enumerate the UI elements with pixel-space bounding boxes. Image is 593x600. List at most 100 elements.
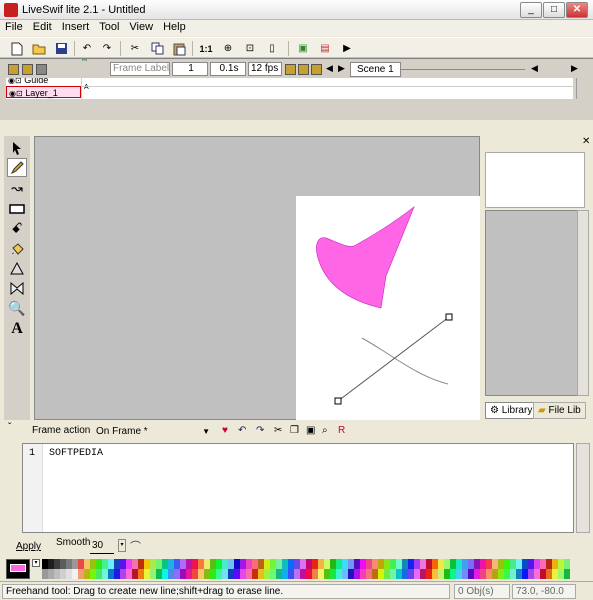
zoom-actual-button[interactable]: 1:1 [197, 40, 215, 57]
color-swatches[interactable] [42, 559, 573, 579]
smooth-curve-icon[interactable]: ⌒ [130, 538, 141, 554]
lock-icon[interactable]: ⊡ [16, 89, 23, 98]
folder-icon: ▰ [538, 405, 546, 416]
cut-icon[interactable]: ✂ [126, 40, 144, 57]
cut-icon[interactable]: ✂ [274, 425, 282, 436]
color-swatch[interactable] [564, 569, 570, 579]
line-handle [445, 313, 453, 321]
shape-tool-icon[interactable] [7, 259, 27, 278]
collapse-icon[interactable]: ˇ [8, 422, 11, 433]
close-button[interactable]: ✕ [566, 2, 588, 18]
library-panel: ✕ ⚙ Library ▰ File Lib [481, 136, 593, 420]
action-panel-header: ˇ Frame action On Frame * ▼ ♥ ↶ ↷ ✂ ❐ ▣ ⌕… [0, 421, 593, 441]
scroll-left-icon[interactable]: ◀ [531, 63, 538, 74]
color-swatch[interactable] [564, 559, 570, 569]
page-icon[interactable]: ▯ [263, 40, 281, 57]
export-icon[interactable]: ▣ [294, 40, 312, 57]
undo-icon[interactable]: ↶ [238, 425, 246, 436]
action-code-editor[interactable]: 1 SOFTPEDIA [22, 443, 574, 533]
delete-layer-icon[interactable] [36, 64, 47, 75]
library-scrollbar[interactable] [577, 210, 589, 396]
tool-palette: ↝ ꗃ 🔍 A [4, 136, 30, 420]
event-select[interactable]: On Frame * ▼ [94, 425, 212, 440]
undo-icon[interactable]: ↶ [78, 40, 96, 57]
editor-scrollbar[interactable] [576, 443, 590, 533]
menu-edit[interactable]: Edit [28, 20, 57, 34]
zoom-in-icon[interactable]: ⊕ [219, 40, 237, 57]
zoom-tool-icon[interactable]: 🔍 [7, 299, 27, 318]
smooth-input[interactable]: 30 [90, 539, 114, 554]
frame-label-field[interactable]: Frame Label [110, 62, 170, 76]
library-header: ✕ [481, 136, 593, 150]
frame-tool-icon[interactable] [311, 64, 322, 75]
color-swatch-current[interactable] [6, 559, 30, 579]
library-preview [485, 152, 585, 208]
redo-icon[interactable]: ↷ [256, 425, 264, 436]
menu-tool[interactable]: Tool [94, 20, 124, 34]
publish-icon[interactable]: ▤ [316, 40, 334, 57]
menu-help[interactable]: Help [158, 20, 191, 34]
copy-icon[interactable] [148, 40, 166, 57]
object-count: 0 Obj(s) [454, 584, 510, 599]
new-file-icon[interactable] [8, 40, 26, 57]
replace-icon[interactable]: R [338, 425, 345, 436]
scene-prev-icon[interactable]: ◀ [326, 63, 333, 74]
action-icon[interactable]: ♥ [222, 425, 228, 436]
arrow-tool-icon[interactable] [7, 138, 27, 157]
layer-name: Layer_1 [25, 88, 58, 98]
tab-library[interactable]: ⚙ Library [485, 402, 538, 419]
save-icon[interactable] [52, 40, 70, 57]
scroll-right-icon[interactable]: ▶ [571, 63, 578, 74]
menu-insert[interactable]: Insert [57, 20, 95, 34]
gear-icon: ⚙ [490, 405, 499, 416]
curve-tool-icon[interactable]: ꗃ [7, 219, 27, 238]
layer-1[interactable]: ◉⊡ Layer_1 [6, 86, 81, 98]
play-icon[interactable]: ▶ [338, 40, 356, 57]
open-folder-icon[interactable] [30, 40, 48, 57]
window-title: LiveSwif lite 2.1 - Untitled [22, 4, 146, 16]
redo-icon[interactable]: ↷ [98, 40, 116, 57]
frame-tool-icon[interactable] [298, 64, 309, 75]
rectangle-tool-icon[interactable] [7, 199, 27, 218]
fill-color-swatch[interactable] [10, 564, 26, 572]
pencil-tool-icon[interactable] [7, 158, 27, 177]
find-icon[interactable]: ⌕ [322, 425, 328, 436]
eye-icon[interactable]: ◉ [9, 89, 16, 98]
canvas-drawing [316, 205, 453, 405]
paste-icon[interactable]: ▣ [306, 425, 315, 436]
freehand-tool-icon[interactable]: ↝ [7, 179, 27, 198]
maximize-button[interactable]: □ [543, 2, 565, 18]
menu-view[interactable]: View [124, 20, 158, 34]
smooth-spinner[interactable]: ▾ [118, 539, 126, 552]
envelope-tool-icon[interactable] [7, 279, 27, 298]
title-bar: LiveSwif lite 2.1 - Untitled _ □ ✕ [0, 0, 593, 20]
minimize-button[interactable]: _ [520, 2, 542, 18]
color-palette-bar: ▾ [0, 557, 593, 581]
dropdown-arrow-icon: ▼ [202, 427, 210, 436]
scene-tab[interactable]: Scene 1 [350, 62, 401, 77]
main-toolbar: ↶ ↷ ✂ 1:1 ⊕ ⊡ ▯ ▣ ▤ ▶ [0, 37, 593, 58]
add-layer-icon[interactable] [8, 64, 19, 75]
text-tool-icon[interactable]: A [7, 319, 27, 338]
paint-bucket-icon[interactable] [7, 239, 27, 258]
magenta-shape [316, 205, 415, 309]
frame-number-field[interactable]: 1 [172, 62, 208, 76]
copy-icon[interactable]: ❐ [290, 425, 299, 436]
scene-next-icon[interactable]: ▶ [338, 63, 345, 74]
library-list[interactable] [485, 210, 585, 396]
canvas[interactable] [296, 196, 480, 420]
palette-dropdown-icon[interactable]: ▾ [32, 559, 40, 567]
zoom-fit-icon[interactable]: ⊡ [241, 40, 259, 57]
menu-file[interactable]: File [0, 20, 28, 34]
apply-button[interactable]: Apply [16, 541, 41, 552]
tool-options-bar: Apply Smooth 30 ▾ ⌒ [0, 535, 593, 557]
frame-tool-icon[interactable] [285, 64, 296, 75]
time-field: 0.1s [210, 62, 246, 76]
fps-field[interactable]: 12 fps [248, 62, 282, 76]
close-icon[interactable]: ✕ [582, 136, 590, 147]
tab-file-lib[interactable]: ▰ File Lib [533, 402, 586, 419]
menu-bar: File Edit Insert Tool View Help [0, 20, 593, 36]
smooth-label: Smooth [56, 537, 91, 548]
paste-icon[interactable] [170, 40, 188, 57]
add-guide-icon[interactable] [22, 64, 33, 75]
